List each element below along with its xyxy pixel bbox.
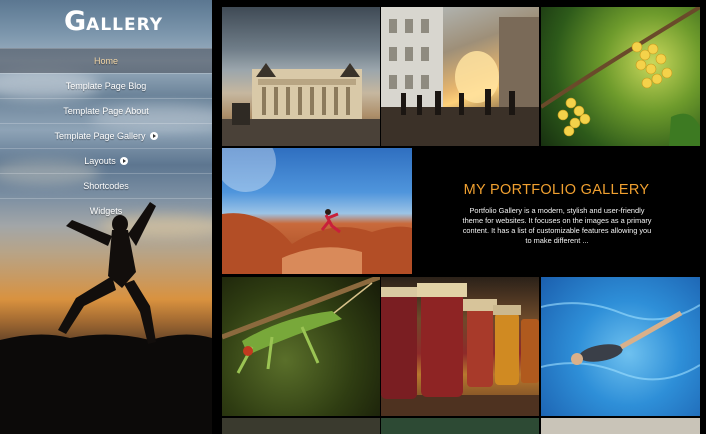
sidebar: G ALLERY Home Template Page Blog Templat… [0,0,212,434]
nav-item-label: Template Page Gallery [54,131,146,141]
nav-item-home[interactable]: Home [0,48,212,73]
gallery-image-grasshopper[interactable] [222,277,380,416]
gallery-image-yellow-berries[interactable] [541,7,700,146]
logo-initial: G [64,6,87,37]
gallery-image-jam-jars[interactable] [381,277,539,416]
site-logo[interactable]: G ALLERY [64,8,163,36]
nav-item-template-page-about[interactable]: Template Page About [0,98,212,123]
nav-item-layouts[interactable]: Layouts [0,148,212,173]
logo-text: ALLERY [86,15,164,35]
nav-item-template-page-gallery[interactable]: Template Page Gallery [0,123,212,148]
gallery-image-partial[interactable] [381,418,539,434]
nav-item-label: Template Page About [63,106,149,116]
nav-item-label: Template Page Blog [65,81,147,91]
gallery-image-rome-monument[interactable] [222,7,380,146]
gallery-image-swimmer[interactable] [541,277,700,416]
nav-item-label: Widgets [89,206,123,216]
nav-item-label: Home [93,56,118,66]
nav-item-shortcodes[interactable]: Shortcodes [0,173,212,198]
nav-item-label: Shortcodes [83,181,129,191]
nav-item-widgets[interactable]: Widgets [0,198,212,223]
gallery-image-city-street[interactable] [381,7,539,146]
nav-item-template-page-blog[interactable]: Template Page Blog [0,73,212,98]
portfolio-title[interactable]: MY PORTFOLIO GALLERY [413,182,700,198]
submenu-arrow-icon[interactable] [119,157,128,165]
portfolio-intro-panel: MY PORTFOLIO GALLERY Portfolio Gallery i… [413,148,700,274]
gallery-image-partial[interactable] [541,418,700,434]
gallery-image-rock-jumper[interactable] [222,148,412,274]
gallery-image-partial[interactable] [222,418,380,434]
submenu-arrow-icon[interactable] [149,132,158,140]
nav-item-label: Layouts [84,156,116,166]
portfolio-description: Portfolio Gallery is a modern, stylish a… [462,206,652,245]
main-nav: Home Template Page Blog Template Page Ab… [0,48,212,223]
